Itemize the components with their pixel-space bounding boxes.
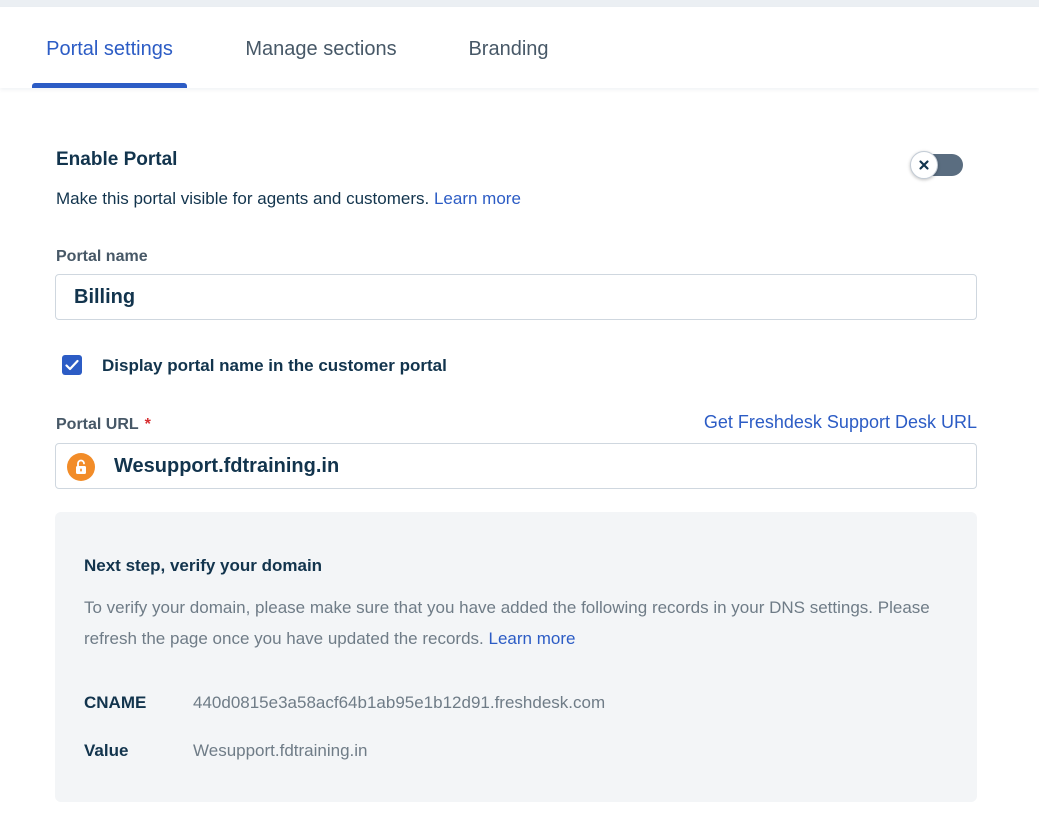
- verify-domain-learn-more-link[interactable]: Learn more: [489, 629, 576, 648]
- top-strip: [0, 0, 1039, 7]
- unlock-icon: [67, 453, 95, 481]
- portal-name-value: Billing: [74, 286, 136, 308]
- enable-portal-description: Make this portal visible for agents and …: [56, 189, 521, 209]
- display-portal-name-label: Display portal name in the customer port…: [102, 356, 447, 375]
- get-freshdesk-url-link[interactable]: Get Freshdesk Support Desk URL: [704, 412, 977, 433]
- enable-portal-learn-more-link[interactable]: Learn more: [434, 189, 521, 208]
- verify-domain-description: To verify your domain, please make sure …: [84, 592, 954, 654]
- toggle-knob: [910, 151, 938, 179]
- tab-bar: Portal settings Manage sections Branding: [0, 7, 1039, 88]
- verify-domain-panel: Next step, verify your domain To verify …: [55, 512, 977, 802]
- required-asterisk: *: [144, 416, 151, 433]
- portal-url-value: Wesupport.fdtraining.in: [114, 455, 340, 477]
- close-icon: [919, 160, 929, 170]
- active-tab-indicator: [32, 83, 187, 88]
- tab-portal-settings[interactable]: Portal settings: [32, 7, 187, 88]
- cname-key: CNAME: [84, 693, 147, 712]
- cname-value: 440d0815e3a58acf64b1ab95e1b12d91.freshde…: [193, 693, 606, 712]
- tab-branding[interactable]: Branding: [455, 7, 562, 88]
- portal-name-input[interactable]: Billing: [55, 274, 977, 320]
- enable-portal-description-text: Make this portal visible for agents and …: [56, 189, 430, 208]
- portal-url-label: Portal URL *: [56, 416, 151, 434]
- portal-url-input[interactable]: Wesupport.fdtraining.in: [55, 443, 977, 489]
- enable-portal-toggle[interactable]: [910, 151, 963, 179]
- checkmark-icon: [65, 359, 79, 371]
- tab-manage-sections[interactable]: Manage sections: [232, 7, 410, 88]
- portal-url-label-text: Portal URL: [56, 416, 139, 433]
- enable-portal-title: Enable Portal: [56, 149, 178, 170]
- value-key: Value: [84, 741, 129, 760]
- portal-name-label: Portal name: [56, 248, 148, 265]
- value-value: Wesupport.fdtraining.in: [193, 741, 368, 760]
- display-portal-name-checkbox[interactable]: [62, 355, 82, 375]
- verify-domain-title: Next step, verify your domain: [84, 556, 323, 575]
